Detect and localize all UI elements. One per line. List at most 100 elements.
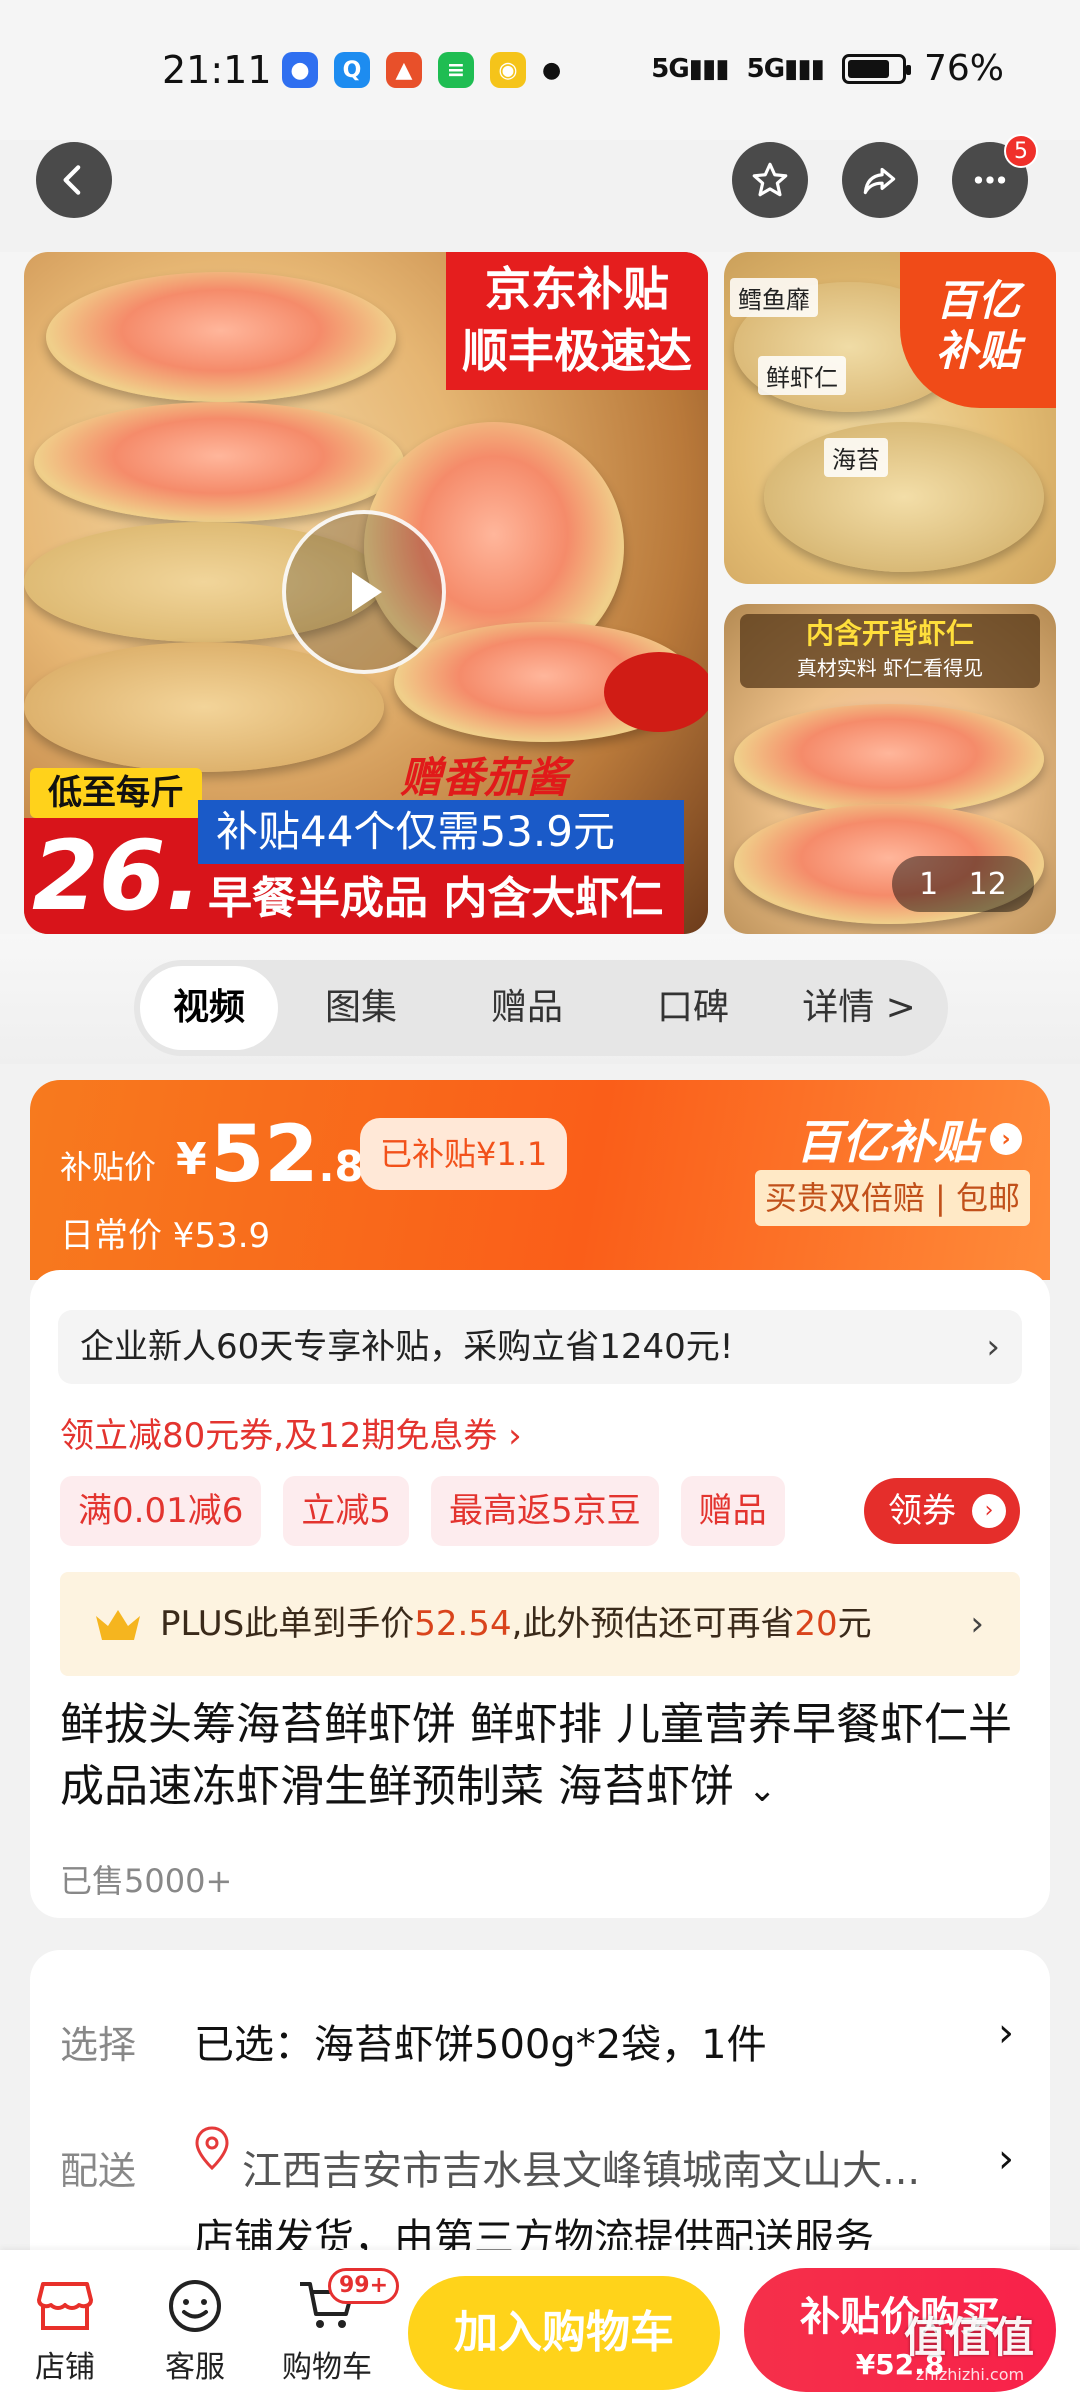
thumbnail-caption: 内含开背虾仁 真材实料 虾仁看得见 [740,614,1040,688]
promo-tags: 满0.01减6 立减5 最高返5京豆 赠品 [60,1476,785,1546]
status-right: 5G▮▮▮ 5G▮▮▮ 76% [651,48,1004,89]
shrimp-cake-image [764,422,1044,572]
cart-count-badge: 99+ [328,2268,400,2304]
plus-price: 52.54 [414,1604,512,1644]
tab-gallery[interactable]: 图集 [278,966,444,1050]
notification-badge: 5 [1004,134,1038,168]
play-icon [352,572,382,612]
product-title-text: 鲜拔头筹海苔鲜虾饼 鲜虾排 儿童营养早餐虾仁半成品速冻虾滑生鲜预制菜 海苔虾饼 [60,1699,1012,1812]
promo-bottom-text: 早餐半成品 内含大虾仁 [198,864,684,934]
chevron-right-icon[interactable]: › [998,2010,1014,2056]
share-icon [863,167,896,195]
weibo-app-icon: ◉ [490,52,526,88]
image-pager: 1 12 [892,856,1034,912]
tab-reviews[interactable]: 口碑 [610,966,776,1050]
media-tabs: 视频 图集 赠品 口碑 详情 > [134,960,948,1056]
bottom-action-bar: 店铺 客服 99+ 购物车 加入购物车 补贴价购买 ¥52.8 值值值 zhiz… [0,2250,1080,2400]
game-app-icon: ▲ [386,52,422,88]
promo-tag[interactable]: 最高返5京豆 [430,1476,659,1546]
share-button[interactable] [842,142,918,218]
get-coupon-button[interactable]: 领券 › [864,1478,1020,1544]
promo-tag[interactable]: 立减5 [283,1476,409,1546]
plus-mid: ,此外预估还可再省 [511,1604,795,1644]
location-pin-icon [195,2126,229,2170]
pager-current: 1 [919,866,939,902]
corner-line1: 百亿 [935,276,1020,325]
service-label: 客服 [165,2350,225,2385]
shop-button[interactable]: 店铺 [10,2270,120,2386]
chevron-right-icon: › [990,1123,1022,1155]
favorite-button[interactable] [732,142,808,218]
buy-now-button[interactable]: 补贴价购买 ¥52.8 值值值 zhizhizhi.com [744,2268,1056,2392]
watermark-url: zhizhizhi.com [915,2365,1025,2384]
notice-text: 企业新人60天专享补贴，采购立省1240元! [80,1327,734,1367]
shrimp-cake-image [34,402,404,522]
get-coupon-label: 领券 [888,1491,956,1531]
more-notifications-dot-icon: ● [542,57,562,83]
baidu-app-icon: ● [282,52,318,88]
delivery-label: 配送 [60,2149,137,2193]
delivery-address[interactable]: 江西吉安市吉水县文峰镇城南文山大... [242,2138,920,2196]
more-button[interactable]: 5 [952,134,1038,218]
star-icon [752,162,788,197]
promo-tag[interactable]: 满0.01减6 [60,1476,262,1546]
play-video-button[interactable] [282,510,446,674]
tab-video[interactable]: 视频 [140,966,278,1050]
thumbnail-image-2[interactable]: 内含开背虾仁 真材实料 虾仁看得见 1 12 [724,604,1056,934]
banner-line2: 顺丰极速达 [462,324,692,378]
product-info-card: 企业新人60天专享补贴，采购立省1240元! › 领立减80元券,及12期免息券… [30,1270,1050,1918]
guarantee-text: 买贵双倍赔 | 包邮 [754,1170,1030,1226]
status-app-icons: ● Q ▲ ≡ ◉ ● [282,52,561,88]
status-bar: 21:11 ● Q ▲ ≡ ◉ ● 5G▮▮▮ 5G▮▮▮ 76% [0,0,1080,140]
status-time: 21:11 [162,48,272,92]
customer-service-button[interactable]: 客服 [140,2270,250,2386]
jd-subsidy-banner: 京东补贴 顺丰极速达 [446,252,708,390]
billion-subsidy-corner-badge: 百亿 补贴 [900,252,1056,408]
chevron-right-icon[interactable]: › [998,2136,1014,2182]
add-to-cart-button[interactable]: 加入购物车 [408,2276,720,2390]
cart-button[interactable]: 99+ 购物车 [272,2268,400,2386]
chevron-left-icon [63,165,81,195]
shrimp-cake-image [46,272,396,402]
back-button[interactable] [36,142,112,218]
signal2-icon: 5G▮▮▮ [746,53,825,84]
chevron-right-icon: › [970,1604,984,1644]
thumbnail-image-1[interactable]: 鳕鱼靡 鲜虾仁 海苔 百亿 补贴 [724,252,1056,584]
ketchup-image [604,652,708,732]
chevron-down-icon: ⌄ [748,1770,777,1810]
site-watermark: 值值值 zhizhizhi.com [904,2304,1036,2384]
subsidy-price: 52.8 [210,1110,364,1200]
enterprise-notice[interactable]: 企业新人60天专享补贴，采购立省1240元! › [58,1310,1022,1384]
promo-top-text: 补贴44个仅需53.9元 [198,800,684,864]
price-dec: .8 [318,1142,364,1191]
selected-variant[interactable]: 已选：海苔虾饼500g*2袋，1件 [194,2012,767,2070]
product-title[interactable]: 鲜拔头筹海苔鲜虾饼 鲜虾排 儿童营养早餐虾仁半成品速冻虾滑生鲜预制菜 海苔虾饼 … [60,1694,1040,1821]
plus-save: 20 [794,1604,838,1644]
billion-subsidy-title: 百亿补贴 [796,1115,980,1169]
price-card: 补贴价 ¥ 52.8 已补贴¥1.1 日常价 ¥53.9 百亿补贴 › 买贵双倍… [30,1080,1050,1280]
price-currency: ¥ [176,1134,207,1185]
plus-suffix: 元 [837,1604,872,1644]
options-card: 选择 已选：海苔虾饼500g*2袋，1件 › 配送 江西吉安市吉水县文峰镇城南文… [30,1950,1050,2280]
billion-subsidy-link[interactable]: 百亿补贴 › [796,1106,1022,1172]
low-price-value: 26.9 [24,818,229,934]
chat-app-icon: ≡ [438,52,474,88]
low-price-label: 低至每斤 [30,768,202,818]
chat-face-icon [169,2280,221,2332]
ingredient-label-2: 鲜虾仁 [758,356,846,395]
crown-icon [96,1610,140,1640]
pager-total: 12 [968,866,1007,902]
ingredient-label-1: 鳕鱼靡 [730,278,818,317]
search-app-icon: Q [334,52,370,88]
tab-details[interactable]: 详情 > [776,966,942,1050]
select-label: 选择 [60,2023,137,2067]
tab-gifts[interactable]: 赠品 [444,966,610,1050]
battery-icon [841,53,911,84]
promo-tag[interactable]: 赠品 [680,1476,785,1546]
chevron-right-icon: › [972,1494,1006,1528]
caption-line2: 真材实料 虾仁看得见 [796,656,984,680]
low-price-int: 26. [32,820,203,932]
ingredient-label-3: 海苔 [824,438,888,477]
coupon-link[interactable]: 领立减80元券,及12期免息券 › [60,1408,522,1457]
plus-price-row[interactable]: PLUS此单到手价52.54,此外预估还可再省20元 › [60,1572,1020,1676]
